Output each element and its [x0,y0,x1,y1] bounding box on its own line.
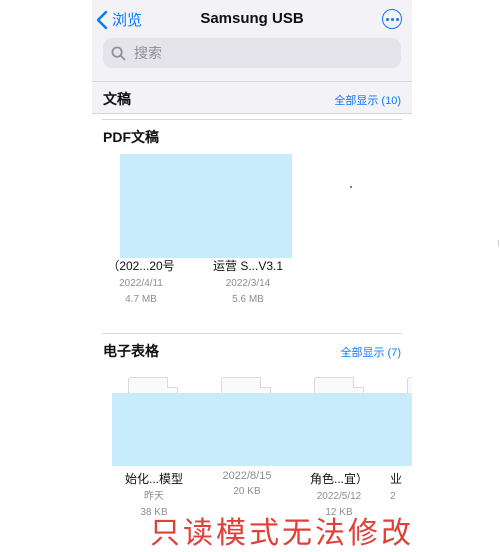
divider [92,81,412,82]
redacted-thumbnails [120,154,292,258]
file-name: （202...20号 [107,259,175,273]
page-title: Samsung USB [200,10,304,27]
file-date: 2022/3/14 [225,278,271,289]
section-title-pdf: PDF文稿 [103,129,159,145]
divider [102,119,402,120]
show-all-documents-link[interactable]: 全部显示 (10) [334,92,401,108]
file-name: 角色...宜） [309,472,368,486]
edge-mark [498,240,499,246]
divider [92,113,412,114]
file-date: 2022/5/12 [316,491,362,502]
file-date: 昨天 [144,491,164,502]
file-date: 2 [390,491,396,502]
file-item[interactable]: 2022/8/15 20 KB [206,470,288,498]
file-size: 20 KB [233,486,261,497]
file-name: 始化...模型 [124,472,183,486]
more-options-icon[interactable] [382,9,402,29]
read-only-watermark: 只读模式无法修改 [150,517,414,550]
section-title-documents: 文稿 [103,91,131,107]
redacted-thumbnails [112,393,412,466]
file-date: 2022/8/15 [222,470,272,482]
file-size: 5.6 MB [232,294,264,305]
search-icon [111,46,126,60]
file-item[interactable]: （202...20号 2022/4/11 4.7 MB [100,257,182,306]
divider [102,333,402,334]
files-app-screen: 浏览 Samsung USB 文稿 全部显示 (10) PDF文稿 （202..… [92,0,412,533]
show-all-spreadsheets-link[interactable]: 全部显示 (7) [341,344,402,360]
file-name: 业 [390,472,403,486]
file-name: 运营 S...V3.1 [212,259,284,273]
file-item[interactable]: 业 2 [390,470,410,503]
search-bar[interactable] [103,38,401,68]
file-date: 2022/4/11 [119,278,163,289]
stray-dot [350,186,352,188]
file-size: 4.7 MB [125,294,157,305]
navigation-bar: 浏览 Samsung USB [92,0,412,40]
search-input[interactable] [132,44,376,62]
section-title-spreadsheets: 电子表格 [103,343,159,359]
file-item[interactable]: 运营 S...V3.1 2022/3/14 5.6 MB [207,257,289,306]
